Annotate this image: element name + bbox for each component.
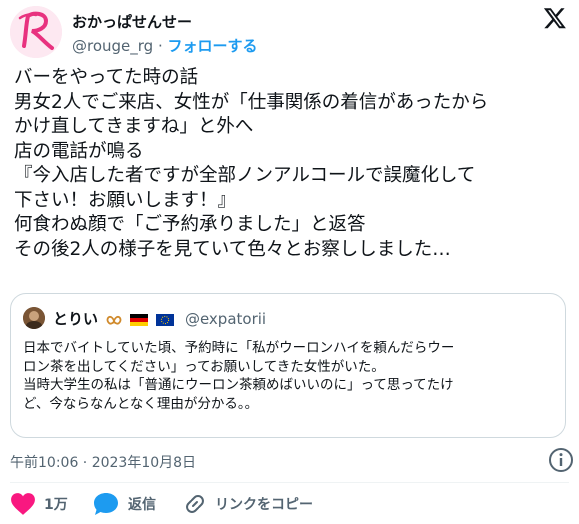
copy-link-button[interactable]: リンクをコピー [183,490,313,518]
quoted-tweet[interactable]: とりい @expatorii 日本でバイトしていた頃、予約時に「私がウーロンハイ… [10,293,566,438]
germany-flag-icon [130,313,149,326]
tweet-line: 『今入店した者ですが全部ノンアルコールで誤魔化して [14,165,476,186]
pretzel-emoji-icon [106,315,122,325]
display-name[interactable]: おかっぱせんせー [72,11,192,32]
tweet-line: 下さい！お願いします！』 [14,189,237,211]
timestamp[interactable]: 午前10:06 · 2023年10月8日 [10,452,196,472]
divider [10,482,569,483]
reply-button[interactable]: 返信 [92,490,156,518]
copy-link-label: リンクをコピー [215,497,313,513]
quote-avatar-image [23,307,45,329]
eu-flag-icon [155,313,174,326]
quote-line: ロン茶を出してください」ってお願いしてきた女性がいた。 [23,358,385,375]
tweet-header: おかっぱせんせー @rouge_rg · フォローする [10,6,569,58]
tweet-line: その後2人の様子を見ていて色々とお察ししました… [14,238,451,260]
like-count: 1万 [44,497,68,513]
info-icon[interactable] [548,447,574,473]
quote-text: 日本でバイトしていた頃、予約時に「私がウーロンハイを頼んだらウー ロン茶を出して… [23,339,553,413]
tweet-line: 何食わぬ顔で「ご予約承りました」と返答 [14,214,366,235]
reply-label: 返信 [128,497,156,513]
follow-button[interactable]: フォローする [168,37,258,55]
rouge-logo-icon [10,6,62,58]
quote-name-row: とりい @expatorii [53,308,266,329]
tweet-line: 店の電話が鳴る [14,140,144,162]
quote-display-name: とりい [53,310,99,328]
quote-avatar [23,307,45,329]
quote-line: ど、今ならなんとなく理由が分かる。。 [23,395,259,412]
like-button[interactable]: 1万 [10,490,68,518]
quote-handle: @expatorii [184,310,267,328]
tweet-line: かけ直してきますね」と外へ [14,116,254,137]
handle-row: @rouge_rg · フォローする [72,35,258,56]
reply-bubble-icon [94,493,118,515]
x-logo-icon[interactable] [543,6,567,30]
tweet-line: 男女2人でご来店、女性が「仕事関係の着信があったから [14,91,489,113]
user-handle[interactable]: @rouge_rg [72,37,153,55]
tweet-line: バーをやってた時の話 [14,67,199,88]
quote-line: 当時大学生の私は「普通にウーロン茶頼めばいいのに」って思ってたけ [23,377,454,393]
tweet-text: バーをやってた時の話 男女2人でご来店、女性が「仕事関係の着信があったから かけ… [14,66,569,262]
quote-line: 日本でバイトしていた頃、予約時に「私がウーロンハイを頼んだらウー [23,340,455,356]
avatar[interactable] [10,6,62,58]
separator-dot: · [157,37,163,55]
link-icon [186,495,204,513]
action-bar: 1万 返信 リンクをコピー [10,490,570,518]
heart-icon [11,493,35,515]
